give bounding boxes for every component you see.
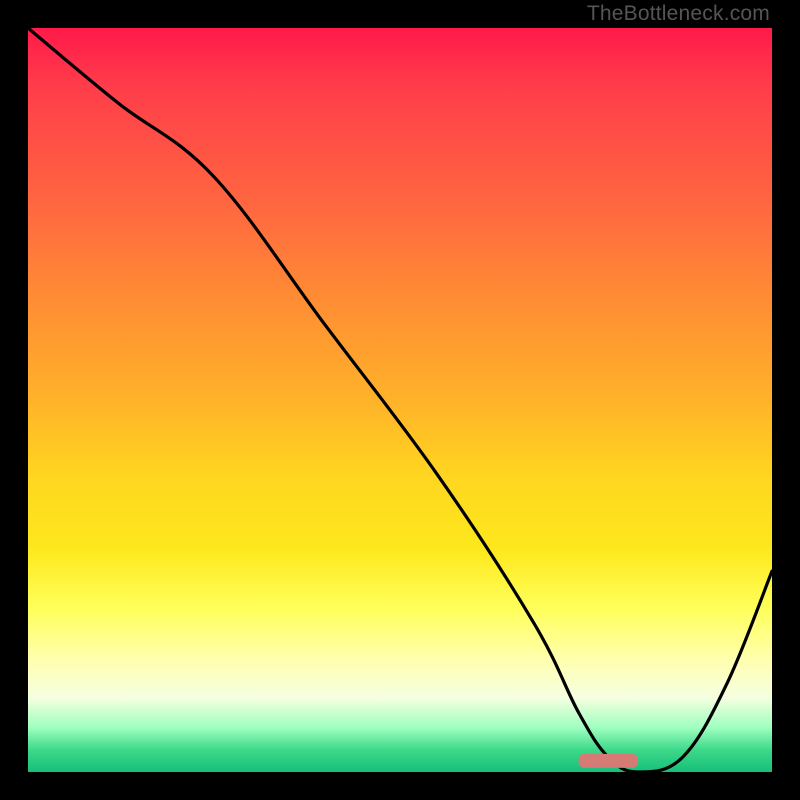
chart-frame: TheBottleneck.com <box>0 0 800 800</box>
bottleneck-curve <box>28 28 772 772</box>
chart-overlay <box>0 0 800 800</box>
optimal-marker <box>579 754 639 768</box>
chart-line-group <box>28 28 772 772</box>
watermark-text: TheBottleneck.com <box>587 2 770 26</box>
